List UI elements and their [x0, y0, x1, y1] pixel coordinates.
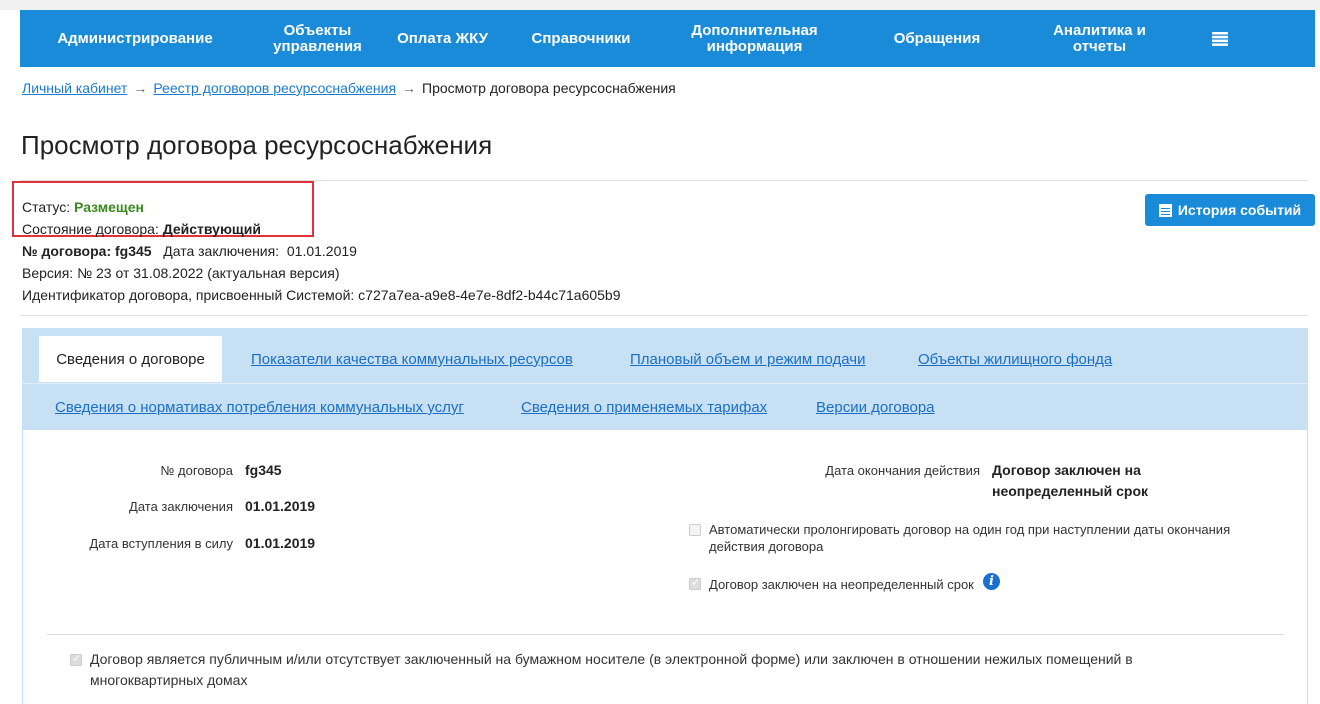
date-value: 01.01.2019 — [286, 243, 357, 259]
contract-id-text: Идентификатор договора, присвоенный Сист… — [22, 287, 621, 303]
tab-contract-versions[interactable]: Версии договора — [816, 399, 935, 416]
auto-prolong-checkbox[interactable] — [689, 524, 701, 536]
breadcrumb-arrow: → — [402, 80, 417, 96]
end-date-label: Дата окончания действия — [825, 463, 980, 478]
nav-item-additional-info[interactable]: Дополнительная информация — [662, 10, 847, 67]
breadcrumb-current: Просмотр договора ресурсоснабжения — [422, 80, 676, 96]
effective-date-label: Дата вступления в силу — [89, 536, 233, 551]
nav-item-analytics-reports[interactable]: Аналитика и отчеты — [1027, 10, 1172, 67]
info-icon[interactable]: i — [983, 573, 1000, 590]
main-nav: Администрирование Объекты управления Опл… — [20, 10, 1315, 67]
tab-housing-objects[interactable]: Объекты жилищного фонда — [918, 351, 1112, 368]
tab-tariffs[interactable]: Сведения о применяемых тарифах — [521, 399, 767, 416]
status-label: Статус: — [22, 199, 71, 215]
breadcrumb-personal-cabinet[interactable]: Личный кабинет — [22, 80, 127, 96]
conclusion-date-value: 01.01.2019 — [245, 498, 316, 514]
nav-item-directories[interactable]: Справочники — [500, 10, 662, 67]
hamburger-menu-icon[interactable] — [1172, 10, 1267, 67]
indefinite-term-checkbox[interactable] — [689, 576, 701, 590]
public-contract-text: Договор является публичным и/или отсутст… — [90, 651, 1133, 688]
contract-number-label: № договора — [160, 463, 233, 478]
nav-item-appeals[interactable]: Обращения — [847, 10, 1027, 67]
breadcrumb-arrow: → — [133, 80, 148, 96]
nav-item-utility-payment[interactable]: Оплата ЖКУ — [385, 10, 500, 67]
number-label: № договора: — [22, 243, 112, 259]
divider — [47, 634, 1284, 635]
number-value: fg345 — [115, 243, 152, 259]
version-text: Версия: № 23 от 31.08.2022 (актуальная в… — [22, 265, 340, 281]
conclusion-date-label: Дата заключения — [129, 499, 233, 514]
effective-date-value: 01.01.2019 — [245, 535, 316, 551]
breadcrumb: Личный кабинет → Реестр договоров ресурсос… — [22, 80, 676, 96]
state-label: Состояние договора: — [22, 221, 159, 237]
contract-meta: Статус: Размещен Состояние договора: Дей… — [22, 196, 621, 306]
state-value: Действующий — [162, 221, 261, 237]
auto-prolong-text: Автоматически пролонгировать договор на … — [709, 522, 1231, 554]
history-button-label: История событий — [1177, 202, 1302, 218]
tabs-divider — [22, 383, 1308, 384]
page-title: Просмотр договора ресурсоснабжения — [21, 130, 493, 160]
tab-planned-volume[interactable]: Плановый объем и режим подачи — [630, 351, 865, 368]
history-button[interactable]: История событий — [1145, 194, 1315, 226]
tab-consumption-norms[interactable]: Сведения о нормативах потребления коммун… — [55, 399, 464, 416]
nav-item-administration[interactable]: Администрирование — [20, 10, 250, 67]
indefinite-term-text: Договор заключен на неопределенный срок — [709, 577, 974, 592]
tab-quality-indicators[interactable]: Показатели качества коммунальных ресурсо… — [251, 351, 573, 368]
calendar-icon — [1158, 203, 1172, 217]
divider — [20, 315, 1308, 316]
status-value: Размещен — [74, 199, 144, 215]
nav-item-management-objects[interactable]: Объекты управления — [250, 10, 385, 67]
date-label: Дата заключения: — [163, 243, 280, 259]
breadcrumb-contracts-registry[interactable]: Реестр договоров ресурсоснабжения — [153, 80, 396, 96]
tab-contract-info[interactable]: Сведения о договоре — [39, 336, 222, 382]
top-strip — [0, 0, 1320, 10]
public-contract-checkbox[interactable] — [70, 652, 82, 666]
end-date-value: Договор заключен на неопределенный срок — [992, 462, 1149, 499]
contract-number-value: fg345 — [245, 462, 282, 478]
